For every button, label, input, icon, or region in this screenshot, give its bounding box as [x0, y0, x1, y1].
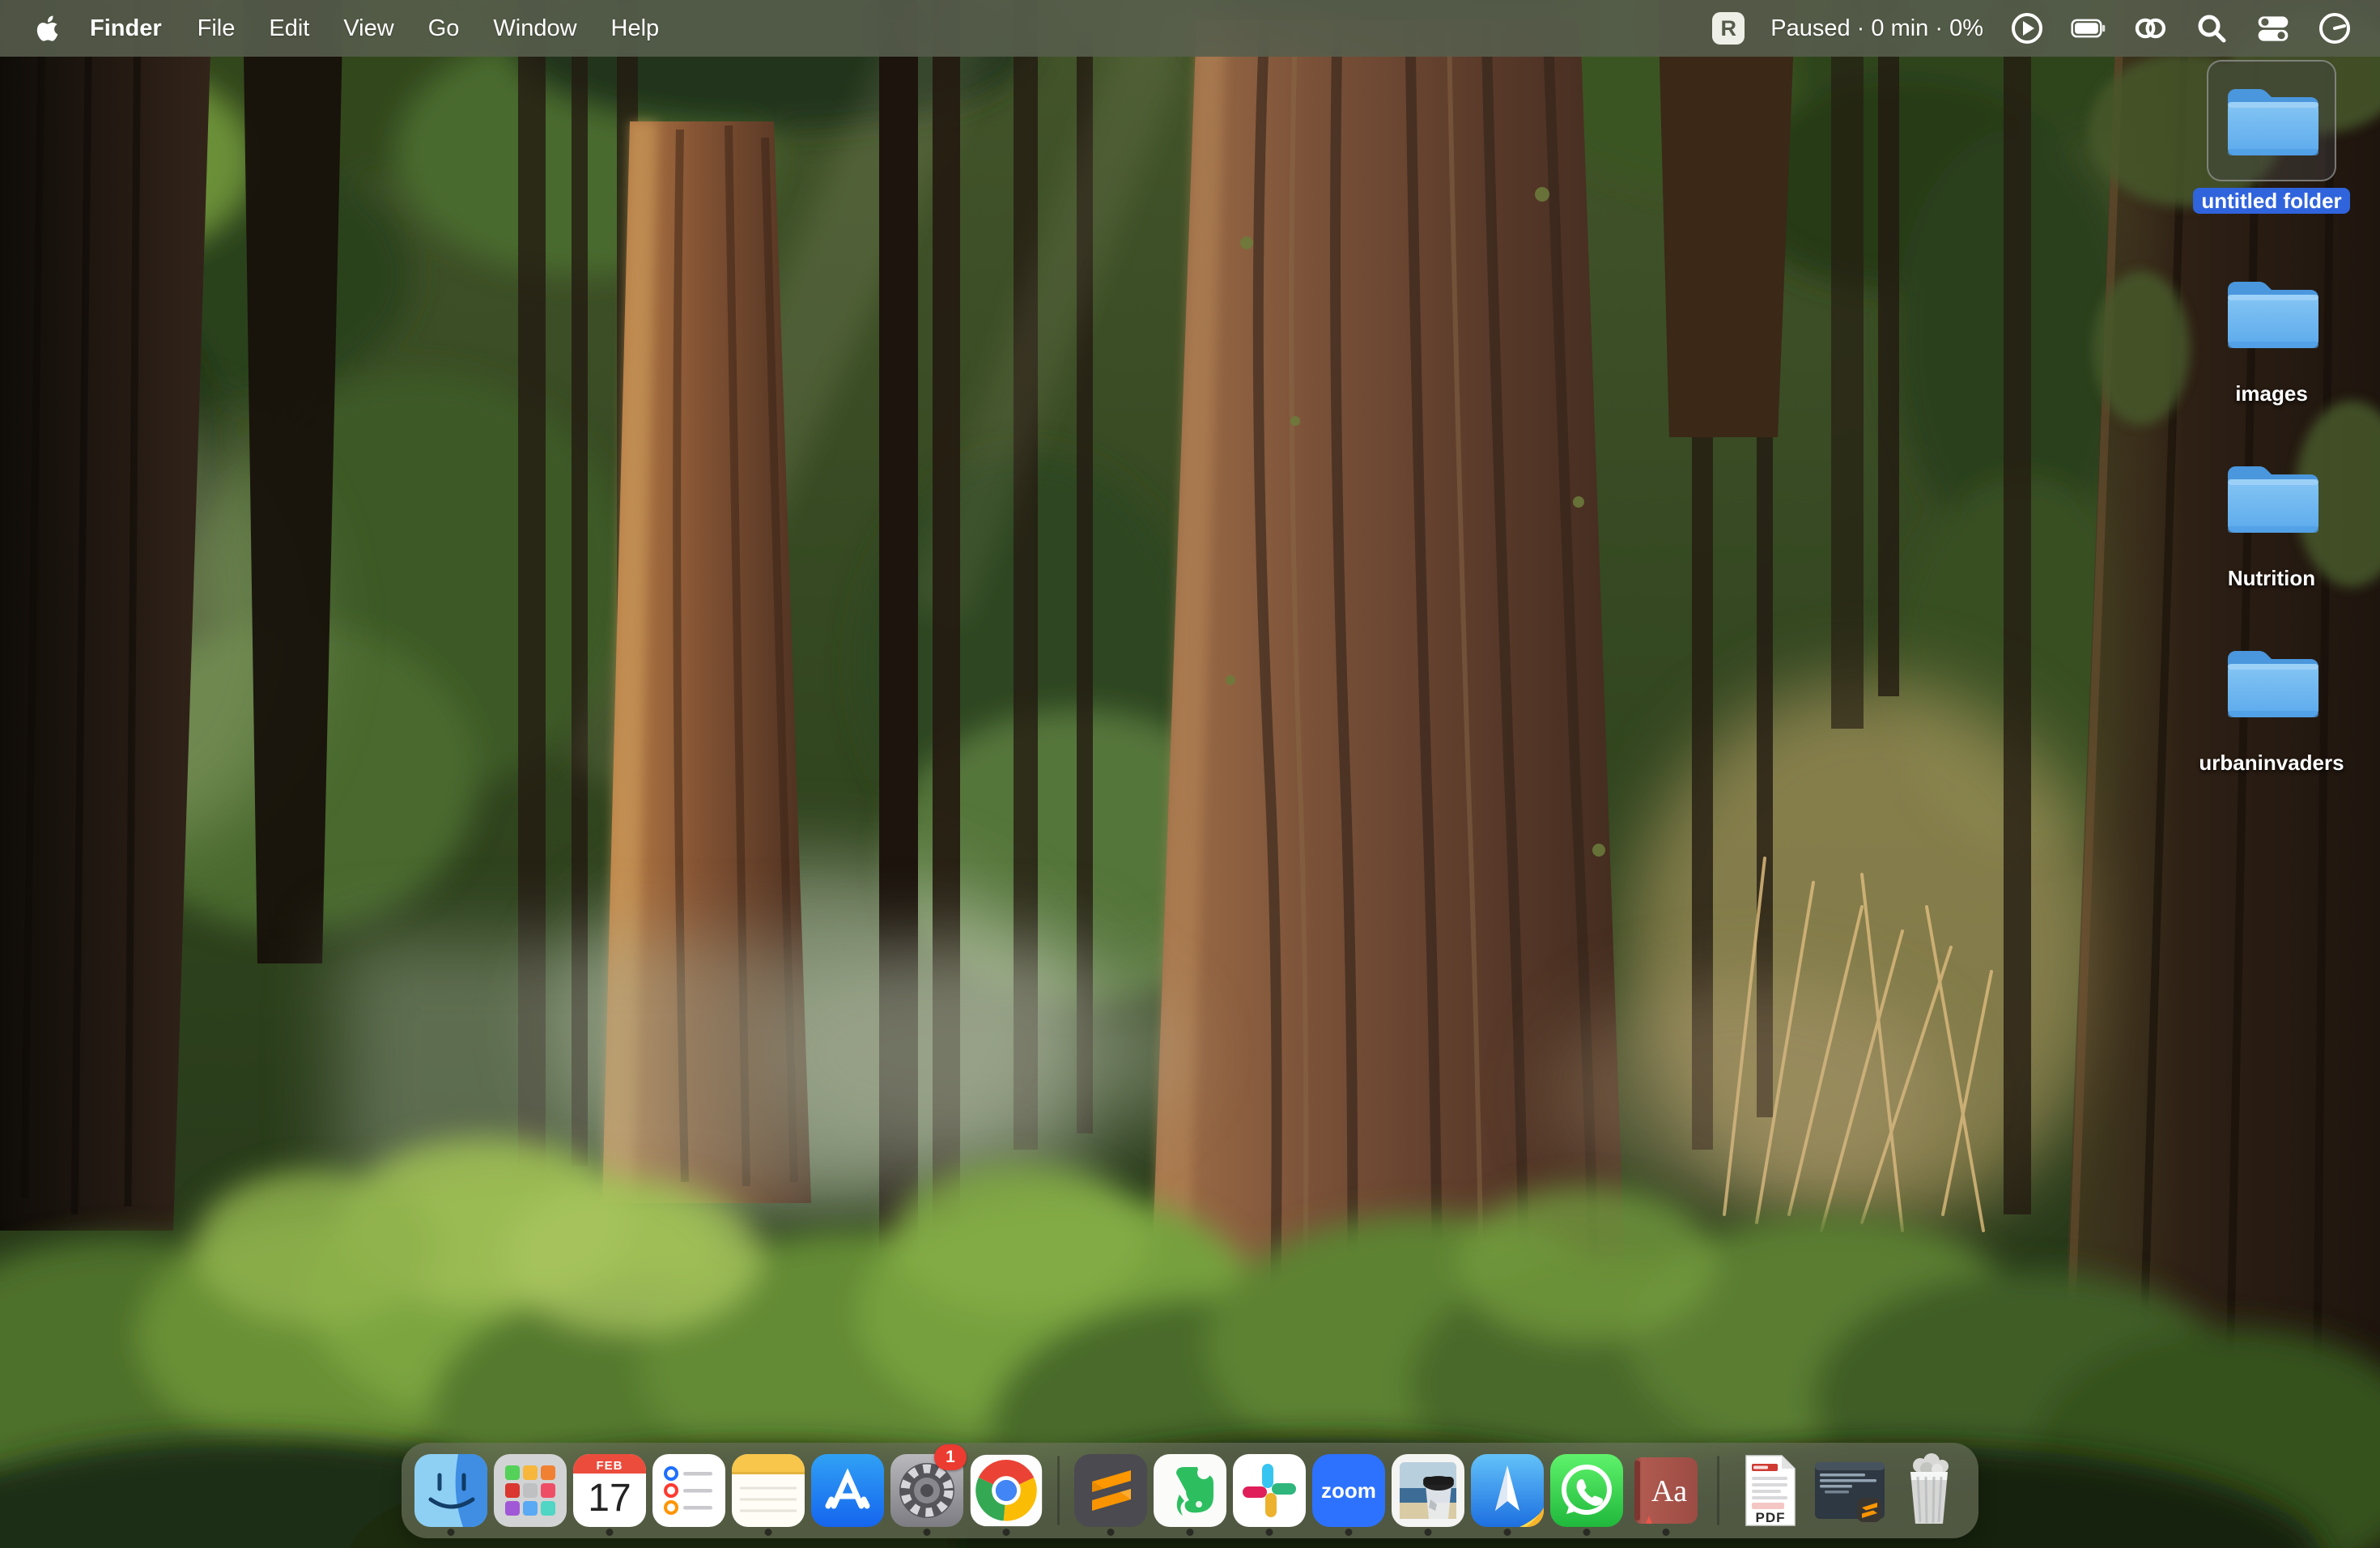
svg-text:17: 17 [588, 1477, 631, 1520]
app-store-icon [810, 1452, 886, 1529]
link-icon[interactable] [2132, 11, 2168, 46]
desktop-folder-untitled[interactable]: untitled folder [2191, 60, 2352, 215]
finder-icon [413, 1452, 489, 1529]
sublime-text-icon [1073, 1452, 1149, 1529]
dock-item-pdf-document[interactable]: PDF [1731, 1443, 1810, 1538]
dock-item-sublime-window[interactable] [1810, 1443, 1889, 1538]
running-indicator [1345, 1529, 1353, 1536]
dock-item-reminders[interactable] [649, 1443, 729, 1538]
menu-file[interactable]: File [181, 15, 253, 42]
dock: FEB 17 [402, 1443, 1978, 1538]
running-indicator [448, 1529, 455, 1536]
apple-menu-icon[interactable] [32, 12, 60, 45]
menu-bar-left: Finder File Edit View Go Window Help [0, 12, 676, 45]
folder-icon [2223, 458, 2320, 538]
folder-selection-box [2207, 437, 2336, 559]
dock-item-calendar[interactable]: FEB 17 [570, 1443, 649, 1538]
running-indicator [1425, 1529, 1432, 1536]
trash-icon [1891, 1452, 1967, 1529]
wallpaper-forest [0, 0, 2380, 1548]
dock-item-finder[interactable] [411, 1443, 491, 1538]
notes-icon [730, 1452, 806, 1529]
running-indicator [606, 1529, 614, 1536]
zoom-icon: zoom [1311, 1452, 1387, 1529]
slack-icon [1231, 1452, 1307, 1529]
pdf-document-icon: PDF [1732, 1452, 1808, 1529]
folder-icon [2223, 81, 2320, 160]
dock-item-slack[interactable] [1230, 1443, 1309, 1538]
menu-go[interactable]: Go [411, 15, 477, 42]
dock-item-preview[interactable] [1388, 1443, 1468, 1538]
preview-icon [1390, 1452, 1466, 1529]
reminders-icon [651, 1452, 727, 1529]
running-indicator [765, 1529, 772, 1536]
menu-view[interactable]: View [326, 15, 410, 42]
chrome-icon [968, 1452, 1044, 1529]
menu-bar-status: R Paused · 0 min · 0% [1712, 11, 2380, 46]
running-indicator [1266, 1529, 1273, 1536]
rize-app-badge[interactable]: R [1712, 12, 1745, 45]
dock-item-dictionary[interactable]: Aa [1626, 1443, 1706, 1538]
folder-selection-box [2207, 60, 2336, 181]
svg-text:zoom: zoom [1321, 1478, 1376, 1503]
control-center-icon[interactable] [2255, 11, 2291, 46]
dictionary-icon: Aa [1628, 1452, 1704, 1529]
folder-icon [2223, 643, 2320, 722]
dock-item-launchpad[interactable] [491, 1443, 570, 1538]
dock-item-settings[interactable]: 1 [887, 1443, 967, 1538]
svg-text:FEB: FEB [597, 1459, 623, 1473]
calendar-icon: FEB 17 [572, 1452, 648, 1529]
folder-selection-box [2207, 253, 2336, 374]
dock-item-chrome[interactable] [967, 1443, 1046, 1538]
dock-item-trash[interactable] [1889, 1443, 1969, 1538]
folder-icon [2223, 274, 2320, 353]
evernote-icon [1152, 1452, 1228, 1529]
dock-item-zoom[interactable]: zoom [1309, 1443, 1388, 1538]
running-indicator [1663, 1529, 1670, 1536]
folder-label[interactable]: images [2227, 379, 2316, 408]
folder-label[interactable]: untitled folder [2193, 186, 2349, 215]
folder-label[interactable]: urbaninvaders [2191, 748, 2352, 777]
spark-mail-icon [1469, 1452, 1545, 1529]
menu-window[interactable]: Window [476, 15, 593, 42]
dock-separator [1717, 1456, 1719, 1525]
sublime-window-icon [1812, 1452, 1888, 1529]
running-indicator [924, 1529, 931, 1536]
running-indicator [1504, 1529, 1511, 1536]
desktop-folder-urbaninvaders[interactable]: urbaninvaders [2191, 622, 2352, 777]
dock-item-evernote[interactable] [1150, 1443, 1230, 1538]
dock-item-sublime[interactable] [1071, 1443, 1150, 1538]
svg-text:Aa: Aa [1651, 1474, 1687, 1508]
menu-finder[interactable]: Finder [71, 15, 181, 42]
menu-edit[interactable]: Edit [252, 15, 326, 42]
dock-item-appstore[interactable] [808, 1443, 887, 1538]
dock-item-notes[interactable] [729, 1443, 808, 1538]
clock-icon[interactable] [2317, 11, 2352, 46]
play-circle-icon[interactable] [2009, 11, 2045, 46]
notification-badge: 1 [934, 1444, 967, 1470]
running-indicator [1107, 1529, 1115, 1536]
desktop-folder-nutrition[interactable]: Nutrition [2191, 437, 2352, 593]
running-indicator [1187, 1529, 1194, 1536]
spotlight-icon[interactable] [2194, 11, 2229, 46]
battery-icon[interactable] [2071, 11, 2106, 46]
running-indicator [1583, 1529, 1591, 1536]
launchpad-icon [492, 1452, 568, 1529]
tracker-status-text[interactable]: Paused · 0 min · 0% [1770, 15, 1983, 42]
desktop-folder-images[interactable]: images [2191, 253, 2352, 408]
folder-selection-box [2207, 622, 2336, 743]
dock-separator [1057, 1456, 1060, 1525]
menu-bar: Finder File Edit View Go Window Help R P… [0, 0, 2380, 57]
svg-text:PDF: PDF [1756, 1510, 1786, 1525]
running-indicator [1003, 1529, 1010, 1536]
menu-help[interactable]: Help [594, 15, 677, 42]
dock-item-whatsapp[interactable] [1547, 1443, 1626, 1538]
whatsapp-icon [1549, 1452, 1625, 1529]
dock-item-spark[interactable] [1468, 1443, 1547, 1538]
folder-label[interactable]: Nutrition [2220, 563, 2323, 593]
